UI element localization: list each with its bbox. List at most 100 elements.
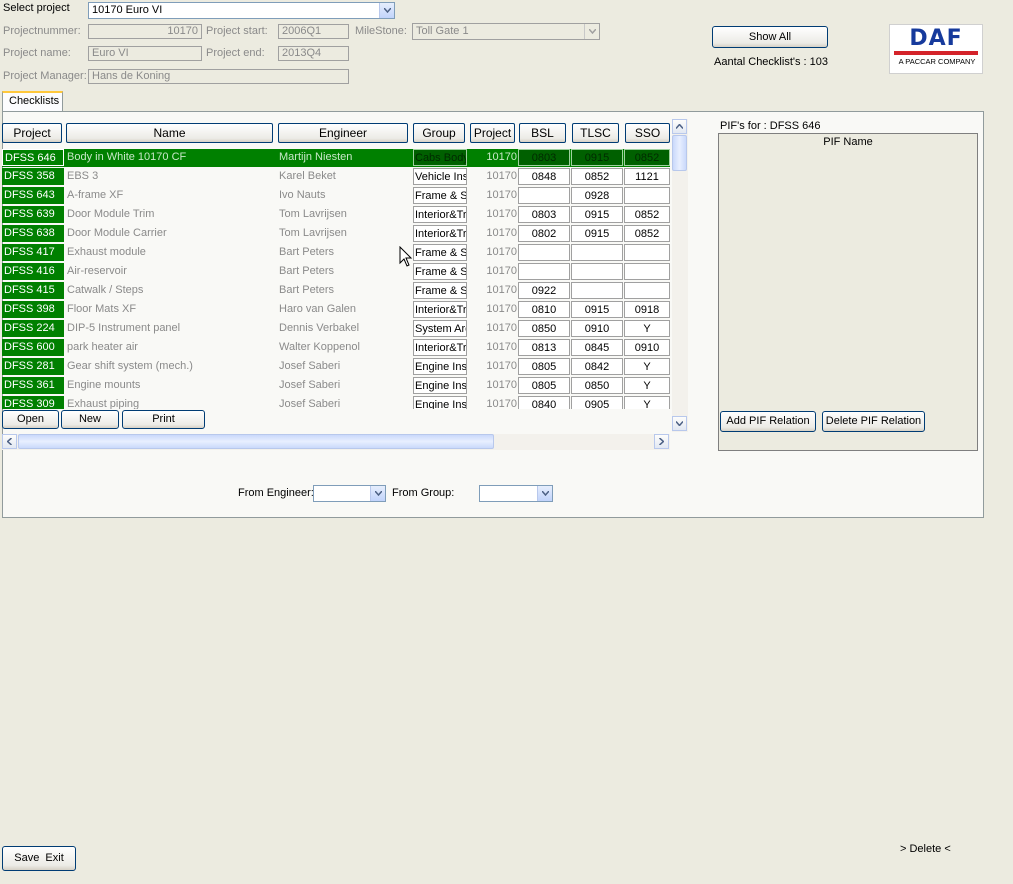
print-button[interactable]: Print [122,410,205,429]
cell-tlsc[interactable] [571,282,623,299]
table-row[interactable]: DFSS 361 Engine mounts Josef Saberi Engi… [2,377,670,395]
cell-bsl[interactable]: 0803 [518,149,570,166]
cell-sso[interactable]: Y [624,320,670,337]
scroll-thumb[interactable] [672,135,687,171]
cell-bsl[interactable]: 0813 [518,339,570,356]
cell-tlsc[interactable]: 0905 [571,396,623,409]
table-row[interactable]: DFSS 398 Floor Mats XF Haro van Galen In… [2,301,670,319]
cell-id[interactable]: DFSS 415 [2,282,64,299]
cell-id[interactable]: DFSS 600 [2,339,64,356]
cell-tlsc[interactable]: 0915 [571,301,623,318]
cell-sso[interactable] [624,244,670,261]
cell-tlsc[interactable]: 0850 [571,377,623,394]
from-engineer-select[interactable] [313,485,386,502]
delete-link[interactable]: > Delete < [900,843,951,855]
cell-sso[interactable]: Y [624,396,670,409]
cell-tlsc[interactable]: 0910 [571,320,623,337]
table-row[interactable]: DFSS 600 park heater air Walter Koppenol… [2,339,670,357]
cell-id[interactable]: DFSS 417 [2,244,64,261]
cell-id[interactable]: DFSS 358 [2,168,64,185]
open-button[interactable]: Open [2,410,59,429]
table-row[interactable]: DFSS 309 Exhaust piping Josef Saberi Eng… [2,396,670,409]
cell-id[interactable]: DFSS 224 [2,320,64,337]
header-bsl[interactable]: BSL [519,123,566,143]
cell-bsl[interactable]: 0802 [518,225,570,242]
cell-id[interactable]: DFSS 638 [2,225,64,242]
header-tlsc[interactable]: TLSC [572,123,619,143]
cell-id[interactable]: DFSS 643 [2,187,64,204]
new-button[interactable]: New [61,410,119,429]
table-row[interactable]: DFSS 281 Gear shift system (mech.) Josef… [2,358,670,376]
cell-bsl[interactable] [518,244,570,261]
cell-sso[interactable] [624,187,670,204]
cell-sso[interactable] [624,263,670,280]
project-select[interactable]: 10170 Euro VI [88,2,395,19]
header-name[interactable]: Name [66,123,273,143]
cell-bsl[interactable] [518,263,570,280]
cell-bsl[interactable]: 0848 [518,168,570,185]
cell-bsl[interactable]: 0803 [518,206,570,223]
from-group-select[interactable] [479,485,553,502]
cell-id[interactable]: DFSS 309 [2,396,64,409]
cell-sso[interactable]: 1121 [624,168,670,185]
cell-tlsc[interactable]: 0915 [571,225,623,242]
cell-tlsc[interactable]: 0842 [571,358,623,375]
cell-tlsc[interactable]: 0852 [571,168,623,185]
header-sso[interactable]: SSO [625,123,670,143]
table-row[interactable]: DFSS 416 Air-reservoir Bart Peters Frame… [2,263,670,281]
cell-tlsc[interactable]: 0915 [571,206,623,223]
cell-sso[interactable]: 0918 [624,301,670,318]
table-row[interactable]: DFSS 643 A-frame XF Ivo Nauts Frame & Su… [2,187,670,205]
table-row[interactable]: DFSS 639 Door Module Trim Tom Lavrijsen … [2,206,670,224]
pif-name-header[interactable]: PIF Name [719,134,977,150]
tab-checklists[interactable]: Checklists [2,91,63,112]
scroll-up-icon[interactable] [672,119,687,134]
scroll-left-icon[interactable] [2,434,17,449]
cell-bsl[interactable]: 0850 [518,320,570,337]
cell-sso[interactable]: 0852 [624,225,670,242]
cell-id[interactable]: DFSS 646 [2,149,64,166]
cell-id[interactable]: DFSS 398 [2,301,64,318]
cell-tlsc[interactable] [571,244,623,261]
cell-sso[interactable] [624,282,670,299]
chevron-down-icon[interactable] [537,486,552,501]
table-row[interactable]: DFSS 224 DIP-5 Instrument panel Dennis V… [2,320,670,338]
cell-sso[interactable]: 0852 [624,149,670,166]
cell-bsl[interactable]: 0922 [518,282,570,299]
save-exit-button[interactable]: Save Exit [2,846,76,871]
show-all-button[interactable]: Show All [712,26,828,48]
cell-sso[interactable]: 0852 [624,206,670,223]
chevron-down-icon[interactable] [379,3,394,18]
scroll-down-icon[interactable] [672,416,687,431]
cell-id[interactable]: DFSS 639 [2,206,64,223]
scroll-thumb[interactable] [18,434,494,449]
cell-tlsc[interactable]: 0915 [571,149,623,166]
cell-sso[interactable]: 0910 [624,339,670,356]
cell-id[interactable]: DFSS 281 [2,358,64,375]
cell-bsl[interactable]: 0805 [518,358,570,375]
cell-bsl[interactable] [518,187,570,204]
table-row[interactable]: DFSS 415 Catwalk / Steps Bart Peters Fra… [2,282,670,300]
delete-pif-relation-button[interactable]: Delete PIF Relation [822,411,925,432]
vertical-scrollbar[interactable] [672,119,688,432]
chevron-down-icon[interactable] [370,486,385,501]
add-pif-relation-button[interactable]: Add PIF Relation [720,411,816,432]
cell-tlsc[interactable]: 0845 [571,339,623,356]
cell-id[interactable]: DFSS 416 [2,263,64,280]
cell-tlsc[interactable] [571,263,623,280]
table-row[interactable]: DFSS 638 Door Module Carrier Tom Lavrijs… [2,225,670,243]
table-row[interactable]: DFSS 417 Exhaust module Bart Peters Fram… [2,244,670,262]
cell-sso[interactable]: Y [624,377,670,394]
header-engineer[interactable]: Engineer [278,123,408,143]
horizontal-scrollbar[interactable] [2,434,670,450]
header-project-number[interactable]: Project [470,123,515,143]
header-project[interactable]: Project [2,123,62,143]
cell-bsl[interactable]: 0805 [518,377,570,394]
header-group[interactable]: Group [413,123,465,143]
cell-tlsc[interactable]: 0928 [571,187,623,204]
cell-id[interactable]: DFSS 361 [2,377,64,394]
cell-sso[interactable]: Y [624,358,670,375]
table-row[interactable]: DFSS 646 Body in White 10170 CF Martijn … [2,149,670,167]
scroll-right-icon[interactable] [654,434,669,449]
table-row[interactable]: DFSS 358 EBS 3 Karel Beket Vehicle Ins 1… [2,168,670,186]
